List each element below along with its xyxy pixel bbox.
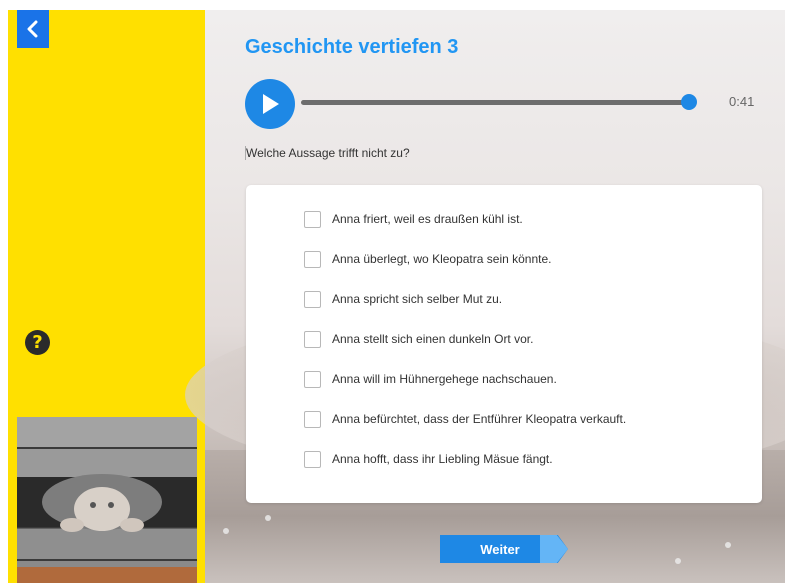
answer-label: Anna überlegt, wo Kleopatra sein könnte. bbox=[332, 252, 552, 266]
page-title: Geschichte vertiefen 3 bbox=[245, 36, 459, 58]
answer-label: Anna stellt sich einen dunkeln Ort vor. bbox=[332, 332, 534, 346]
answer-option[interactable]: Anna überlegt, wo Kleopatra sein könnte. bbox=[304, 249, 551, 269]
answer-checkbox[interactable] bbox=[304, 410, 321, 428]
answer-option[interactable]: Anna hofft, dass ihr Liebling Mäsue fäng… bbox=[304, 449, 553, 469]
next-button[interactable]: Weiter bbox=[440, 535, 568, 563]
answer-option[interactable]: Anna spricht sich selber Mut zu. bbox=[304, 289, 502, 309]
answer-option[interactable]: Anna befürchtet, dass der Entführer Kleo… bbox=[304, 409, 626, 429]
background-flower bbox=[265, 515, 271, 521]
audio-progress-track[interactable] bbox=[301, 100, 693, 105]
background-flower bbox=[725, 542, 731, 548]
answer-checkbox[interactable] bbox=[304, 370, 321, 388]
question-mark-icon: ? bbox=[32, 332, 43, 353]
answer-checkbox[interactable] bbox=[304, 250, 321, 268]
sidebar: ? bbox=[8, 10, 205, 583]
answer-option[interactable]: Anna stellt sich einen dunkeln Ort vor. bbox=[304, 329, 533, 349]
answer-checkbox[interactable] bbox=[304, 330, 321, 348]
main-area: Geschichte vertiefen 3 0:41 Welche Aussa… bbox=[185, 10, 785, 583]
chevron-left-icon bbox=[27, 20, 38, 38]
answer-label: Anna spricht sich selber Mut zu. bbox=[332, 292, 503, 306]
answer-checkbox[interactable] bbox=[304, 450, 321, 468]
background-flower bbox=[223, 528, 229, 534]
story-illustration bbox=[17, 417, 197, 583]
back-button[interactable] bbox=[17, 10, 49, 48]
audio-time: 0:41 bbox=[729, 94, 755, 109]
answer-checkbox[interactable] bbox=[304, 210, 321, 228]
audio-progress-handle[interactable] bbox=[681, 94, 697, 110]
help-button[interactable]: ? bbox=[25, 330, 50, 355]
app-frame: ? Geschichte vertiefen 3 0:41 Welche Aus… bbox=[8, 10, 785, 583]
answer-option[interactable]: Anna will im Hühnergehege nachschauen. bbox=[304, 369, 557, 389]
play-icon bbox=[263, 94, 279, 114]
answer-checkbox[interactable] bbox=[304, 290, 321, 308]
question-text: Welche Aussage trifft nicht zu? bbox=[245, 146, 410, 160]
next-button-label: Weiter bbox=[480, 541, 520, 557]
answer-label: Anna will im Hühnergehege nachschauen. bbox=[332, 372, 557, 386]
answer-label: Anna friert, weil es draußen kühl ist. bbox=[332, 212, 523, 226]
answer-label: Anna befürchtet, dass der Entführer Kleo… bbox=[332, 412, 627, 426]
answer-card: Anna friert, weil es draußen kühl ist. A… bbox=[246, 185, 762, 503]
answer-option[interactable]: Anna friert, weil es draußen kühl ist. bbox=[304, 209, 523, 229]
answer-label: Anna hofft, dass ihr Liebling Mäsue fäng… bbox=[332, 452, 553, 466]
play-button[interactable] bbox=[245, 79, 295, 129]
background-flower bbox=[675, 558, 681, 564]
